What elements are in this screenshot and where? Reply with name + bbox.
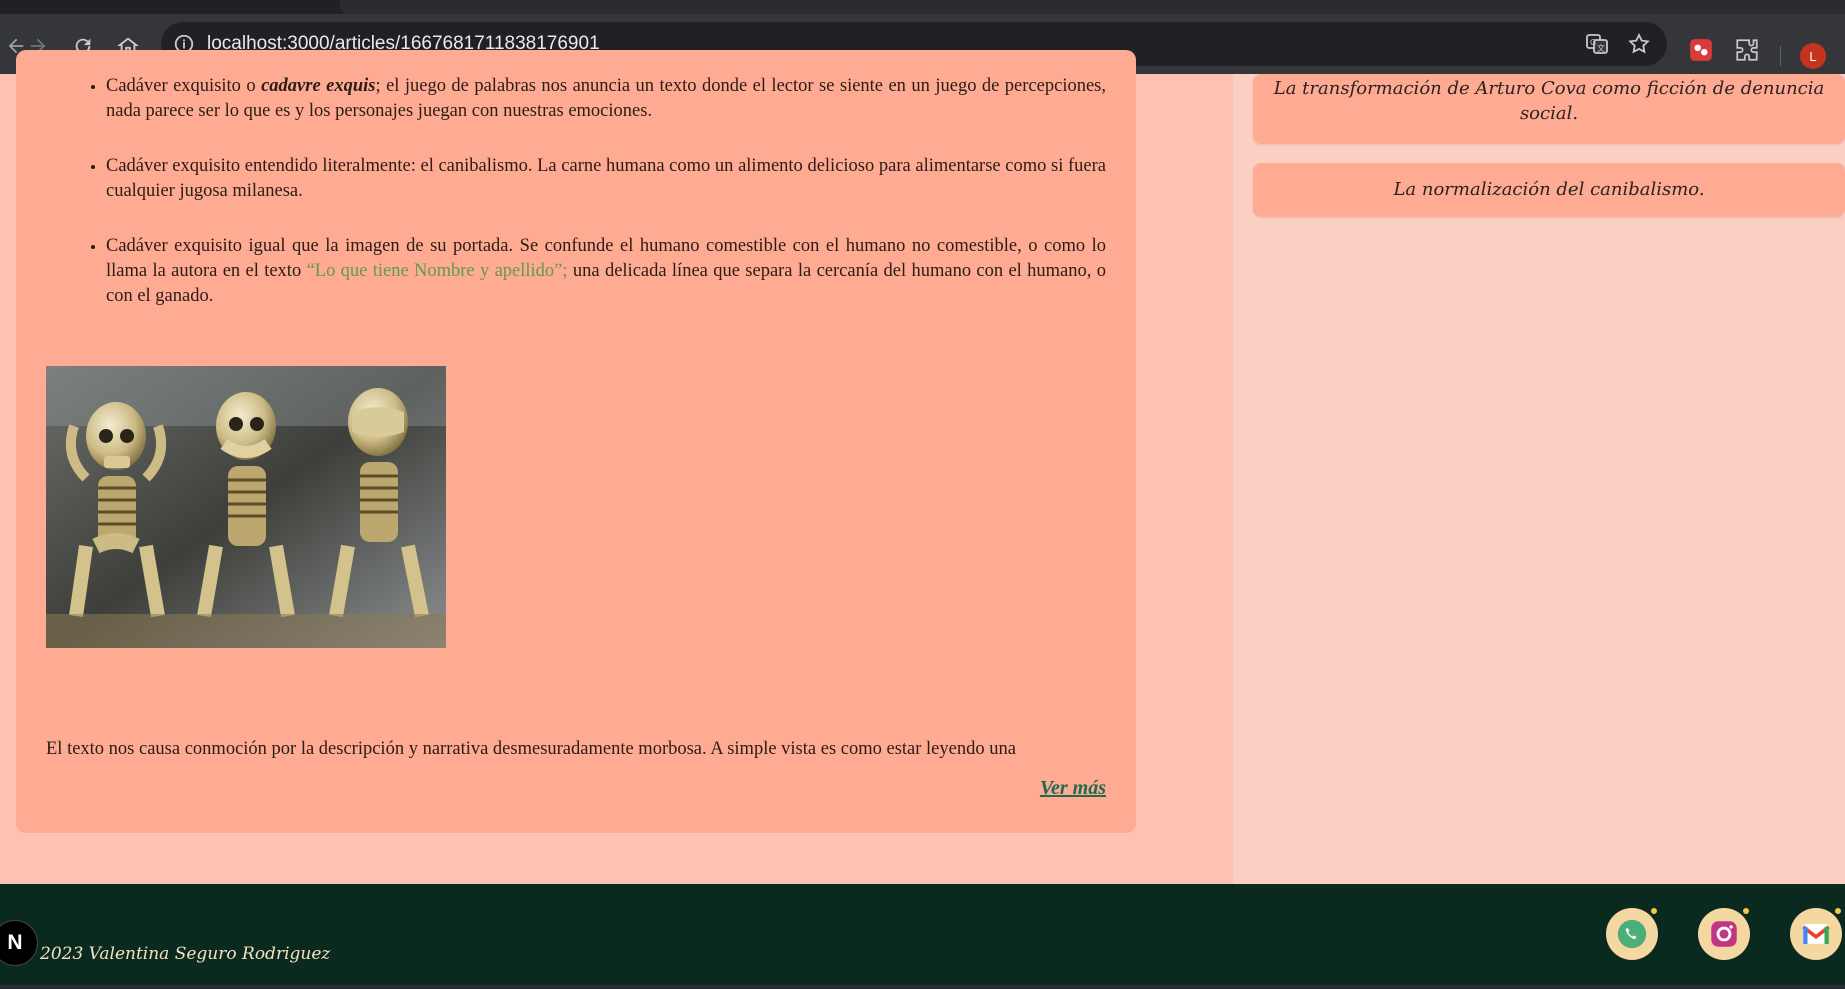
related-article-card[interactable]: La normalización del canibalismo.: [1253, 163, 1845, 217]
bullet-list: Cadáver exquisito o cadavre exquis; el j…: [46, 74, 1106, 309]
quoted-title-link[interactable]: “Lo que tiene Nombre y apellido”;: [307, 261, 568, 281]
tab-strip-background: [340, 0, 1845, 14]
svg-text:G: G: [1590, 38, 1596, 47]
translate-icon[interactable]: G 文: [1585, 32, 1609, 56]
footer: 2023 Valentina Seguro Rodriguez: [0, 884, 1845, 989]
star-icon[interactable]: [1627, 32, 1651, 56]
profile-avatar[interactable]: L: [1800, 43, 1826, 69]
skeletons-image: [46, 366, 446, 648]
closing-paragraph: El texto nos causa conmoción por la desc…: [46, 739, 1016, 759]
emphasis-text: cadavre exquis: [261, 76, 376, 96]
toolbar-divider: [1780, 46, 1781, 66]
related-article-title[interactable]: La transformación de Arturo Cova como fi…: [1253, 74, 1845, 126]
related-article-title[interactable]: La normalización del canibalismo.: [1253, 163, 1845, 202]
puzzle-icon[interactable]: [1734, 37, 1760, 63]
bullet-text: Cadáver exquisito o: [106, 76, 262, 96]
bullet-text: Cadáver exquisito entendido literalmente…: [106, 156, 1106, 201]
browser-tab-strip: [0, 0, 1845, 14]
instagram-icon[interactable]: [1698, 908, 1750, 960]
read-more-link[interactable]: Ver más: [900, 777, 1106, 800]
svg-text:文: 文: [1597, 43, 1605, 53]
list-item: Cadáver exquisito entendido literalmente…: [106, 154, 1106, 204]
list-item: Cadáver exquisito o cadavre exquis; el j…: [106, 74, 1106, 124]
related-article-card[interactable]: La transformación de Arturo Cova como fi…: [1253, 74, 1845, 144]
sparkle-decoration: [1651, 908, 1657, 914]
sparkle-decoration: [1743, 908, 1749, 914]
list-item: Cadáver exquisito igual que la imagen de…: [106, 234, 1106, 309]
whatsapp-icon[interactable]: [1606, 908, 1658, 960]
footer-bottom-border: [0, 985, 1845, 989]
footer-credit: 2023 Valentina Seguro Rodriguez: [40, 944, 331, 964]
extension-icon[interactable]: [1688, 37, 1714, 63]
gmail-icon[interactable]: [1790, 908, 1842, 960]
sparkle-decoration: [1835, 908, 1841, 914]
